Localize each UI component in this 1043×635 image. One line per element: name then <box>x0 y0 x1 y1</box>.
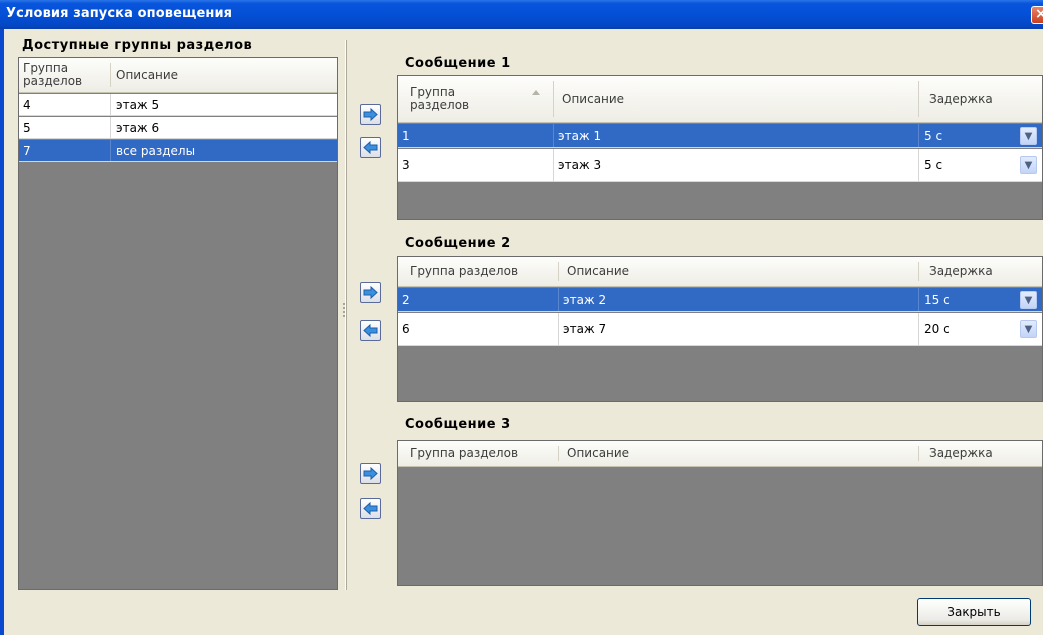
message-3-grid[interactable]: Группа разделов Описание Задержка <box>397 440 1043 586</box>
column-header-description[interactable]: Описание <box>116 58 178 92</box>
delay-select-value[interactable]: 20 с <box>924 313 950 345</box>
cell-divider <box>553 149 554 181</box>
cell-divider <box>918 288 919 311</box>
arrow-right-icon <box>363 467 378 480</box>
message-1-title: Сообщение 1 <box>405 56 511 71</box>
column-header-group[interactable]: Группа разделов <box>410 76 535 122</box>
table-row[interactable]: 3 этаж 3 5 с ▼ <box>398 149 1042 182</box>
cell-description: этаж 2 <box>563 292 607 307</box>
message-3-title: Сообщение 3 <box>405 417 511 432</box>
cell-group: 3 <box>402 158 410 172</box>
column-header-description[interactable]: Описание <box>567 441 629 466</box>
cell-divider <box>558 313 559 345</box>
cell-divider <box>110 94 111 115</box>
cell-description: этаж 6 <box>116 120 160 135</box>
delay-select-value[interactable]: 5 с <box>924 149 942 181</box>
table-row[interactable]: 5 этаж 6 <box>19 117 337 139</box>
column-header-group[interactable]: Группа разделов <box>23 58 109 92</box>
column-separator[interactable] <box>110 63 111 87</box>
column-header-delay[interactable]: Задержка <box>929 257 993 286</box>
window-close-button[interactable]: × <box>1031 6 1043 24</box>
cell-description: этаж 1 <box>558 128 602 143</box>
cell-divider <box>110 117 111 138</box>
column-separator[interactable] <box>918 81 919 117</box>
remove-from-message-3-button[interactable] <box>360 498 381 519</box>
table-row[interactable]: 4 этаж 5 <box>19 94 337 116</box>
column-header-delay[interactable]: Задержка <box>929 441 993 466</box>
remove-from-message-1-button[interactable] <box>360 137 381 158</box>
message-1-grid[interactable]: Группа разделов Описание Задержка 1 этаж… <box>397 75 1043 220</box>
column-separator[interactable] <box>558 262 559 281</box>
close-button[interactable]: Закрыть <box>917 598 1031 626</box>
chevron-down-icon[interactable]: ▼ <box>1020 127 1037 145</box>
column-separator[interactable] <box>918 262 919 281</box>
cell-description: этаж 3 <box>558 158 602 172</box>
column-header-description[interactable]: Описание <box>562 76 624 122</box>
cell-divider <box>918 313 919 345</box>
table-row-selected[interactable]: 1 этаж 1 5 с ▼ <box>398 124 1042 148</box>
grid-header: Группа разделов Описание <box>19 58 337 93</box>
column-separator[interactable] <box>553 81 554 117</box>
grid-header: Группа разделов Описание Задержка <box>398 257 1042 287</box>
window-titlebar: Условия запуска оповещения × <box>0 0 1043 29</box>
window-title: Условия запуска оповещения <box>6 6 233 21</box>
cell-group: 5 <box>23 120 31 135</box>
grid-header: Группа разделов Описание Задержка <box>398 441 1042 467</box>
table-row-selected[interactable]: 7 все разделы <box>19 140 337 162</box>
arrow-left-icon <box>363 324 378 337</box>
column-separator[interactable] <box>558 446 559 461</box>
cell-group: 7 <box>23 143 31 158</box>
arrow-right-icon <box>363 286 378 299</box>
cell-divider <box>918 149 919 181</box>
cell-group: 2 <box>402 292 410 307</box>
add-to-message-3-button[interactable] <box>360 463 381 484</box>
window-frame-left <box>0 29 4 635</box>
table-row[interactable]: 6 этаж 7 20 с ▼ <box>398 313 1042 346</box>
grid-header: Группа разделов Описание Задержка <box>398 76 1042 123</box>
cell-divider <box>553 124 554 147</box>
delay-select-value[interactable]: 15 с <box>924 288 950 311</box>
cell-group: 4 <box>23 97 31 112</box>
available-groups-title: Доступные группы разделов <box>22 38 253 53</box>
table-row-selected[interactable]: 2 этаж 2 15 с ▼ <box>398 288 1042 312</box>
message-2-title: Сообщение 2 <box>405 236 511 251</box>
column-header-delay[interactable]: Задержка <box>929 76 993 122</box>
cell-divider <box>918 124 919 147</box>
arrow-left-icon <box>363 141 378 154</box>
cell-divider <box>110 140 111 161</box>
column-header-description[interactable]: Описание <box>567 257 629 286</box>
chevron-down-icon[interactable]: ▼ <box>1020 156 1037 174</box>
chevron-down-icon[interactable]: ▼ <box>1020 291 1037 309</box>
arrow-left-icon <box>363 502 378 515</box>
cell-description: этаж 7 <box>563 322 607 336</box>
cell-description: этаж 5 <box>116 97 160 112</box>
splitter-grip-icon[interactable] <box>343 303 349 317</box>
add-to-message-1-button[interactable] <box>360 104 381 125</box>
column-separator[interactable] <box>918 446 919 461</box>
remove-from-message-2-button[interactable] <box>360 320 381 341</box>
cell-group: 6 <box>402 322 410 336</box>
delay-select-value[interactable]: 5 с <box>924 124 942 147</box>
column-header-group[interactable]: Группа разделов <box>410 257 518 286</box>
chevron-down-icon[interactable]: ▼ <box>1020 320 1037 338</box>
cell-divider <box>558 288 559 311</box>
add-to-message-2-button[interactable] <box>360 282 381 303</box>
sort-ascending-icon <box>532 90 540 95</box>
cell-group: 1 <box>402 128 410 143</box>
cell-description: все разделы <box>116 143 196 158</box>
message-2-grid[interactable]: Группа разделов Описание Задержка 2 этаж… <box>397 256 1043 402</box>
column-header-group[interactable]: Группа разделов <box>410 441 518 466</box>
arrow-right-icon <box>363 108 378 121</box>
available-groups-grid[interactable]: Группа разделов Описание 4 этаж 5 5 этаж… <box>18 57 338 590</box>
close-icon: × <box>1035 6 1043 22</box>
